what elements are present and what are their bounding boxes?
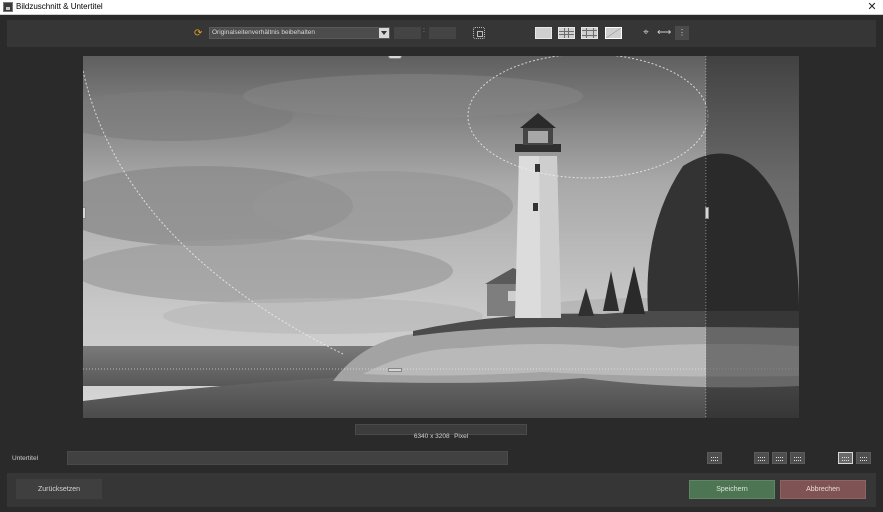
subtitle-position-top-button[interactable] — [707, 452, 722, 464]
cancel-button[interactable]: Abbrechen — [780, 480, 866, 499]
crop-handle-right[interactable] — [705, 207, 709, 219]
lighthouse-photo — [83, 56, 799, 418]
view-grid-fine-button[interactable] — [581, 27, 598, 39]
crosshair-icon[interactable]: ⌖ — [640, 27, 652, 39]
fit-to-frame-icon[interactable] — [473, 27, 485, 39]
close-button[interactable]: ✕ — [861, 0, 883, 15]
window-title: Bildzuschnitt & Untertitel — [16, 2, 103, 11]
crop-handle-top[interactable] — [388, 56, 402, 59]
image-dimensions: 6340 x 3208 Pixel — [355, 424, 527, 440]
subtitle-position-left-button[interactable] — [754, 452, 769, 464]
subtitle-below-image-button[interactable] — [856, 452, 871, 464]
subtitle-position-center-button[interactable] — [772, 452, 787, 464]
title-bar: Bildzuschnitt & Untertitel ✕ — [0, 0, 883, 15]
view-no-grid-button[interactable] — [535, 27, 552, 39]
image-dimensions-value: 6340 x 3208 — [413, 433, 450, 440]
subtitle-position-right-button[interactable] — [790, 452, 805, 464]
subtitle-label: Untertitel — [12, 455, 39, 462]
view-grid-diagonal-button[interactable] — [605, 27, 622, 39]
more-options-button[interactable]: ⋮ — [675, 26, 689, 40]
crop-toolbar: ⟳ Originalseitenverhältnis beibehalten :… — [7, 20, 876, 47]
crop-handle-left[interactable] — [83, 207, 86, 219]
view-grid-thirds-button[interactable] — [558, 27, 575, 39]
chevron-down-icon[interactable] — [379, 28, 389, 38]
ratio-separator: : — [423, 27, 425, 34]
horizontal-flip-icon[interactable]: ⟷ — [657, 27, 671, 39]
aspect-ratio-select[interactable]: Originalseitenverhältnis beibehalten — [209, 27, 390, 39]
aspect-ratio-select-value: Originalseitenverhältnis beibehalten — [212, 29, 315, 36]
subtitle-input[interactable] — [67, 451, 508, 465]
app-icon — [3, 2, 13, 12]
save-button[interactable]: Speichern — [689, 480, 775, 499]
subtitle-inside-image-button[interactable] — [838, 452, 853, 464]
image-dimensions-unit: Pixel — [454, 433, 469, 440]
crop-handle-bottom[interactable] — [388, 368, 402, 372]
crop-canvas[interactable] — [83, 56, 799, 418]
footer-bar: Zurücksetzen Speichern Abbrechen — [7, 473, 876, 507]
reset-button[interactable]: Zurücksetzen — [16, 479, 102, 499]
refresh-arrows-icon[interactable]: ⟳ — [194, 28, 205, 39]
crop-outside-shade — [706, 56, 799, 418]
crop-subtitle-dialog: Bildzuschnitt & Untertitel ✕ ⟳ Originals… — [0, 0, 883, 512]
ratio-height-input[interactable] — [429, 27, 456, 39]
ratio-width-input[interactable] — [394, 27, 421, 39]
